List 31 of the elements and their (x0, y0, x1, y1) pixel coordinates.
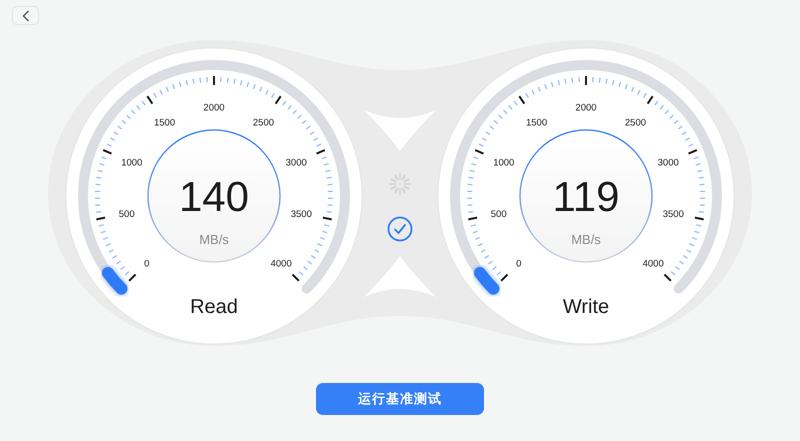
gauge-fill (473, 266, 500, 296)
back-button[interactable] (12, 6, 39, 25)
unit-label: MB/s (571, 232, 601, 247)
run-benchmark-button[interactable]: 运行基准测试 (316, 383, 484, 415)
scale-label: 4000 (642, 258, 664, 270)
scale-label: 1000 (121, 157, 142, 168)
scale-label: 4000 (270, 258, 292, 270)
scale-label: 2000 (203, 102, 225, 114)
scale-label: 1000 (493, 157, 514, 168)
scale-label: 1500 (526, 118, 548, 128)
gauge-fill (101, 266, 128, 296)
scale-label: 0 (516, 258, 522, 270)
spinner-icon (388, 172, 412, 196)
gauge-label: Read (190, 296, 238, 318)
scale-label: 500 (118, 208, 135, 220)
scale-label: 3500 (662, 208, 684, 220)
speed-value: 119 (552, 173, 620, 220)
scale-label: 3000 (658, 157, 679, 168)
scale-label: 3500 (290, 208, 312, 220)
scale-label: 1500 (154, 118, 176, 128)
scale-label: 500 (490, 208, 507, 220)
scale-label: 3000 (286, 157, 307, 168)
scale-label: 2500 (624, 118, 646, 128)
gauge-label: Write (562, 296, 610, 318)
scale-label: 0 (144, 258, 150, 270)
unit-label: MB/s (199, 232, 229, 247)
speed-value: 140 (178, 173, 250, 220)
scale-label: 2500 (252, 118, 274, 128)
check-circle-icon (387, 216, 413, 242)
chevron-left-icon (22, 10, 30, 22)
scale-label: 2000 (575, 102, 597, 114)
